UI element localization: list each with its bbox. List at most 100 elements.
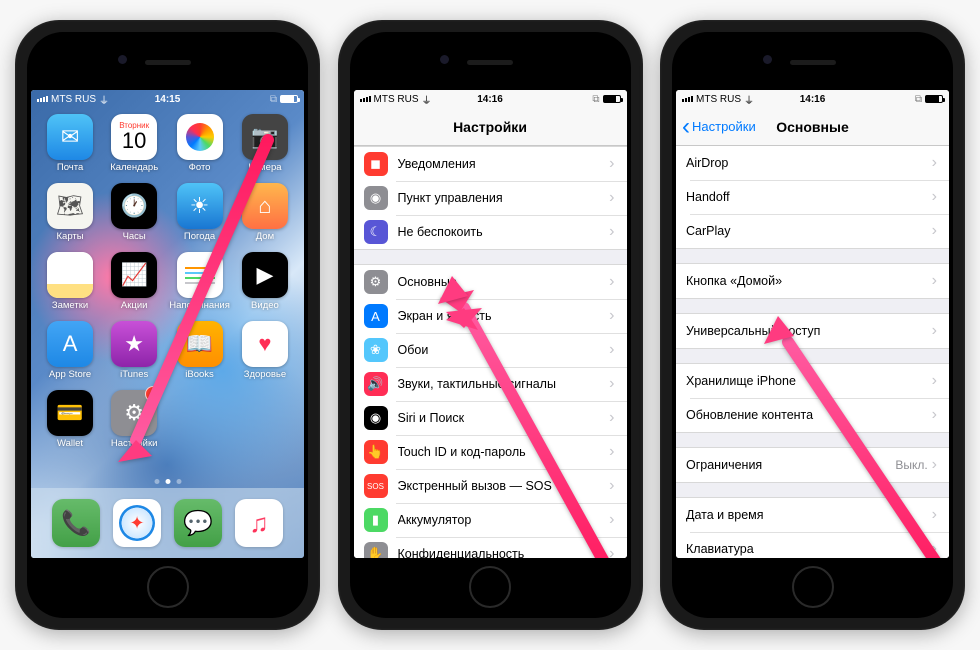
row-icon: ◼ [364, 152, 388, 176]
signal-icon [682, 96, 693, 102]
chevron-icon: › [932, 154, 937, 172]
speaker-slot [790, 60, 836, 65]
status-bar: MTS RUS ⏚ 14:16 ⧉ [676, 90, 949, 108]
home-button[interactable] [147, 566, 189, 608]
row-icon: 👆 [364, 440, 388, 464]
app-icon[interactable] [177, 114, 223, 160]
row-icon: 🔊 [364, 372, 388, 396]
clock: 14:16 [800, 94, 826, 105]
dock: 📞 ✦ 💬 ♫ [31, 488, 304, 558]
front-camera [440, 55, 449, 64]
battery-icon [280, 95, 298, 103]
app-Фото[interactable]: Фото [169, 114, 230, 173]
bezel: MTS RUS ⏚ 14:16 ⧉ Настройки Основные Air… [672, 32, 953, 618]
nav-title: Настройки [453, 119, 527, 135]
dock-messages[interactable]: 💬 [174, 499, 222, 547]
row-label: Пункт управления [398, 191, 610, 205]
carrier-label: MTS RUS [374, 94, 419, 105]
app-icon[interactable]: 🗺 [47, 183, 93, 229]
battery-icon [603, 95, 621, 103]
wifi-icon: ⏚ [422, 92, 432, 107]
clock: 14:16 [477, 94, 503, 105]
bezel: MTS RUS ⏚ 14:16 ⧉ Настройки ◼ Уведомления… [350, 32, 631, 618]
navbar: Настройки [354, 108, 627, 146]
app-icon[interactable]: Вторник10 [111, 114, 157, 160]
chevron-icon: › [609, 155, 614, 173]
app-label: Карты [57, 231, 84, 242]
phone-general: MTS RUS ⏚ 14:16 ⧉ Настройки Основные Air… [660, 20, 965, 630]
bluetooth-icon: ⧉ [915, 94, 922, 105]
app-icon[interactable]: 💳 [47, 390, 93, 436]
chevron-icon: › [609, 189, 614, 207]
row-icon: ◉ [364, 406, 388, 430]
app-App Store[interactable]: AApp Store [41, 321, 99, 380]
row-icon: ⚙ [364, 270, 388, 294]
row-icon: ◉ [364, 186, 388, 210]
dock-safari[interactable]: ✦ [113, 499, 161, 547]
home-screen: MTS RUS ⏚ 14:15 ⧉ ✉ Почта Вторник10 Календа… [31, 90, 304, 558]
row-icon: ▮ [364, 508, 388, 532]
dock-phone[interactable]: 📞 [52, 499, 100, 547]
dock-music[interactable]: ♫ [235, 499, 283, 547]
app-Почта[interactable]: ✉ Почта [41, 114, 99, 173]
row-icon: A [364, 304, 388, 328]
row-AirDrop[interactable]: AirDrop› [676, 146, 949, 180]
row-label: Кнопка «Домой» [686, 274, 932, 288]
chevron-icon: › [932, 222, 937, 240]
carrier-label: MTS RUS [51, 94, 96, 105]
app-label: Календарь [110, 162, 158, 173]
phone-home: MTS RUS ⏚ 14:15 ⧉ ✉ Почта Вторник10 Календа… [15, 20, 320, 630]
status-bar: MTS RUS ⏚ 14:16 ⧉ [354, 90, 627, 108]
app-label: Заметки [52, 300, 88, 311]
row-label: Не беспокоить [398, 225, 610, 239]
back-button[interactable]: Настройки [682, 119, 756, 134]
bluetooth-icon: ⧉ [270, 94, 277, 105]
row-icon: ☾ [364, 220, 388, 244]
clock: 14:15 [155, 94, 181, 105]
signal-icon [360, 96, 371, 102]
bluetooth-icon: ⧉ [592, 94, 599, 105]
app-label: Фото [189, 162, 211, 173]
row-Handoff[interactable]: Handoff› [676, 180, 949, 214]
app-icon[interactable]: ✉ [47, 114, 93, 160]
chevron-icon: › [609, 223, 614, 241]
home-button[interactable] [792, 566, 834, 608]
wifi-icon: ⏚ [99, 92, 109, 107]
row-Пункт управления[interactable]: ◉ Пункт управления› [354, 181, 627, 215]
signal-icon [37, 96, 48, 102]
home-button[interactable] [469, 566, 511, 608]
row-Уведомления[interactable]: ◼ Уведомления› [354, 147, 627, 181]
row-Не беспокоить[interactable]: ☾ Не беспокоить› [354, 215, 627, 249]
wifi-icon: ⏚ [744, 92, 754, 107]
app-Карты[interactable]: 🗺 Карты [41, 183, 99, 242]
phone-settings: MTS RUS ⏚ 14:16 ⧉ Настройки ◼ Уведомления… [338, 20, 643, 630]
row-Кнопка «Домой»[interactable]: Кнопка «Домой»› [676, 264, 949, 298]
front-camera [118, 55, 127, 64]
row-label: Handoff [686, 190, 932, 204]
battery-icon [925, 95, 943, 103]
front-camera [763, 55, 772, 64]
navbar: Настройки Основные [676, 108, 949, 146]
app-label: Wallet [57, 438, 83, 449]
row-icon: ❀ [364, 338, 388, 362]
app-icon[interactable]: A [47, 321, 93, 367]
app-Wallet[interactable]: 💳 Wallet [41, 390, 99, 449]
nav-title: Основные [776, 119, 849, 135]
status-bar: MTS RUS ⏚ 14:15 ⧉ [31, 90, 304, 108]
bezel: MTS RUS ⏚ 14:15 ⧉ ✉ Почта Вторник10 Календа… [27, 32, 308, 618]
chevron-icon: › [932, 272, 937, 290]
chevron-icon: › [932, 188, 937, 206]
general-screen: MTS RUS ⏚ 14:16 ⧉ Настройки Основные Air… [676, 90, 949, 558]
row-label: CarPlay [686, 224, 932, 238]
app-Заметки[interactable]: Заметки [41, 252, 99, 311]
row-label: Уведомления [398, 157, 610, 171]
speaker-slot [145, 60, 191, 65]
row-icon: ✋ [364, 542, 388, 558]
app-icon[interactable] [47, 252, 93, 298]
speaker-slot [467, 60, 513, 65]
app-Календарь[interactable]: Вторник10 Календарь [105, 114, 163, 173]
app-label: Почта [57, 162, 83, 173]
row-icon: SOS [364, 474, 388, 498]
row-label: AirDrop [686, 156, 932, 170]
row-CarPlay[interactable]: CarPlay› [676, 214, 949, 248]
